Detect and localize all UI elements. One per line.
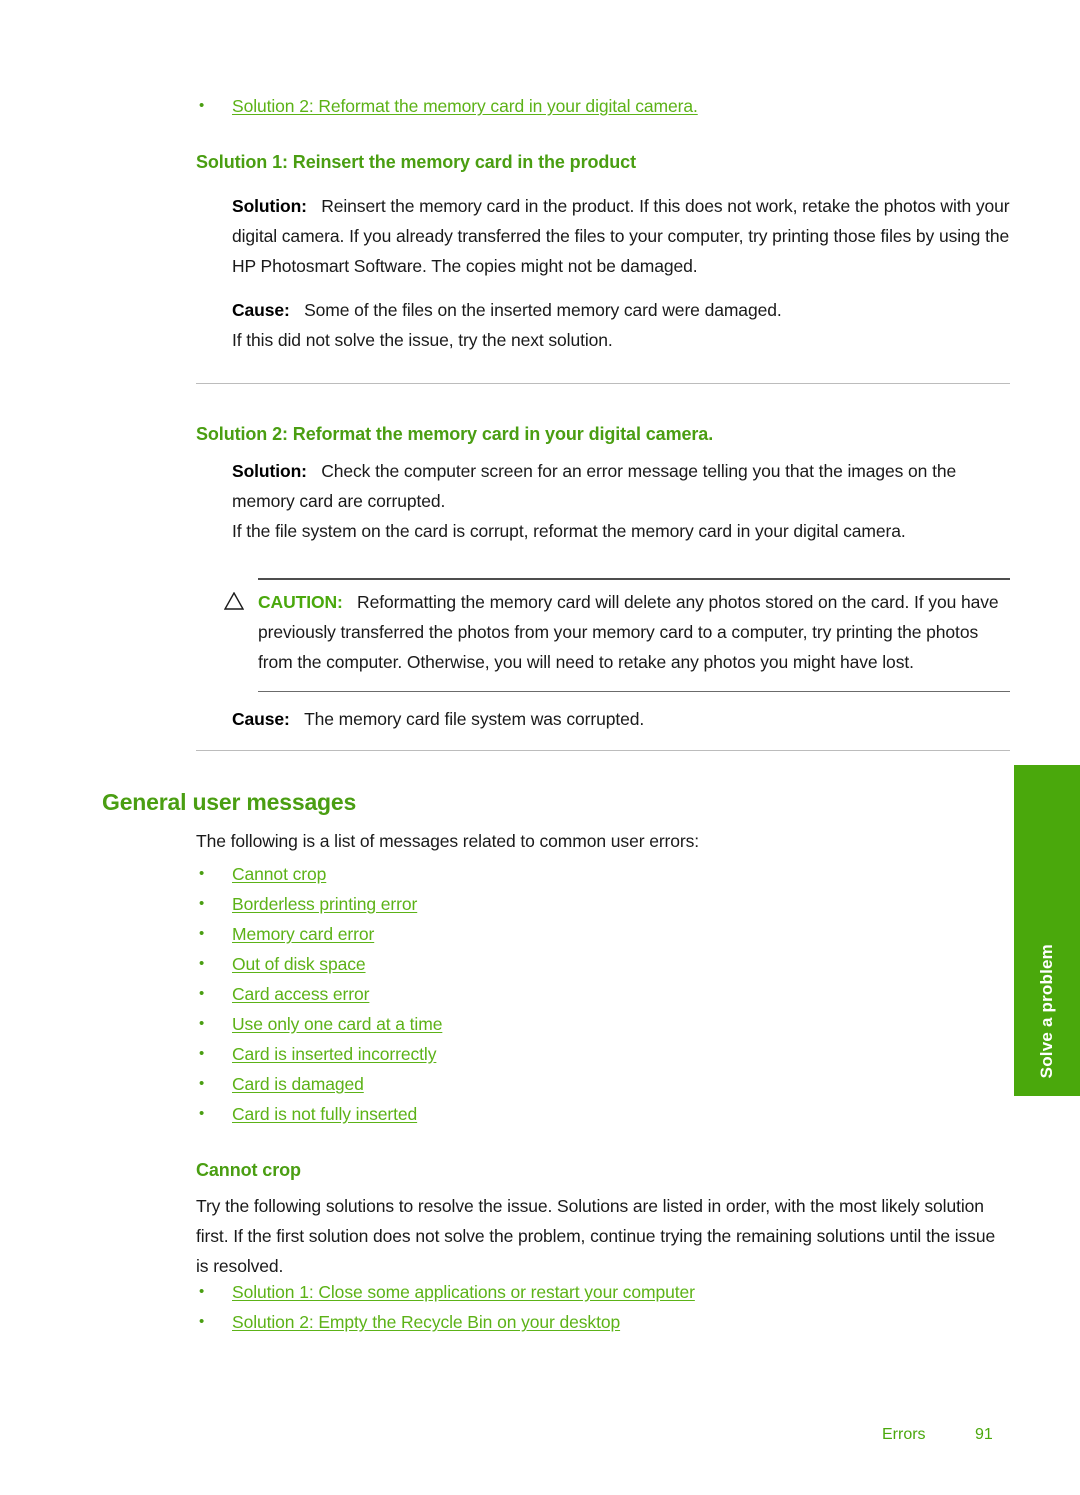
footer-page-number: 91 (975, 1426, 993, 1443)
solution-label: Solution: (232, 461, 307, 481)
bullet-icon: • (199, 1045, 205, 1062)
cause-label: Cause: (232, 709, 290, 729)
solution-1-solution-paragraph: Solution: Reinsert the memory card in th… (232, 191, 1010, 281)
cause-text: Some of the files on the inserted memory… (304, 300, 782, 320)
link-card-is-not-fully-inserted[interactable]: Card is not fully inserted (232, 1099, 417, 1129)
solution-2-solution-paragraph: Solution: Check the computer screen for … (232, 456, 1010, 516)
section-divider (196, 383, 1010, 384)
caution-text: Reformatting the memory card will delete… (258, 592, 999, 672)
bullet-icon: • (199, 985, 205, 1002)
bullet-icon: • (199, 1015, 205, 1032)
side-tab-solve-a-problem: Solve a problem (1014, 765, 1080, 1096)
solution-1-next-paragraph: If this did not solve the issue, try the… (232, 330, 613, 350)
link-card-is-damaged[interactable]: Card is damaged (232, 1069, 364, 1099)
caution-top-rule (258, 578, 1010, 580)
bullet-icon: • (199, 955, 205, 972)
link-card-access-error[interactable]: Card access error (232, 979, 369, 1009)
footer-section-name: Errors (882, 1426, 926, 1443)
caution-bottom-rule (258, 691, 1010, 692)
cause-text: The memory card file system was corrupte… (304, 709, 645, 729)
heading-general-user-messages: General user messages (102, 789, 357, 815)
link-cannot-crop[interactable]: Cannot crop (232, 859, 326, 889)
solution-text: Reinsert the memory card in the product.… (232, 196, 1010, 276)
bullet-icon: • (199, 1105, 205, 1122)
link-card-is-inserted-incorrectly[interactable]: Card is inserted incorrectly (232, 1039, 436, 1069)
bullet-icon: • (199, 925, 205, 942)
document-page: • Solution 2: Reformat the memory card i… (0, 0, 1080, 1495)
general-user-messages-intro: The following is a list of messages rela… (196, 831, 700, 851)
link-solution-2-reformat[interactable]: Solution 2: Reformat the memory card in … (232, 91, 698, 121)
solution-2-cause-paragraph: Cause: The memory card file system was c… (232, 704, 1010, 734)
caution-text-body: CAUTION: Reformatting the memory card wi… (258, 587, 1006, 677)
bullet-icon: • (199, 97, 205, 114)
caution-label: CAUTION: (258, 592, 343, 612)
bullet-icon: • (199, 1075, 205, 1092)
heading-solution-1: Solution 1: Reinsert the memory card in … (196, 152, 636, 172)
link-out-of-disk-space[interactable]: Out of disk space (232, 949, 366, 979)
solution-2-body-paragraph: If the file system on the card is corrup… (232, 521, 906, 541)
heading-solution-2: Solution 2: Reformat the memory card in … (196, 424, 714, 444)
link-borderless-printing-error[interactable]: Borderless printing error (232, 889, 417, 919)
link-solution-1-close-applications[interactable]: Solution 1: Close some applications or r… (232, 1277, 695, 1307)
solution-1-cause-paragraph: Cause: Some of the files on the inserted… (232, 295, 1010, 325)
link-memory-card-error[interactable]: Memory card error (232, 919, 374, 949)
link-solution-2-empty-recycle-bin[interactable]: Solution 2: Empty the Recycle Bin on you… (232, 1307, 620, 1337)
heading-cannot-crop: Cannot crop (196, 1160, 301, 1180)
solution-text: Check the computer screen for an error m… (232, 461, 957, 511)
bullet-icon: • (199, 1283, 205, 1300)
bullet-icon: • (199, 1313, 205, 1330)
solution-label: Solution: (232, 196, 307, 216)
section-divider (196, 750, 1010, 751)
side-tab-label: Solve a problem (1037, 943, 1056, 1078)
link-use-only-one-card-at-a-time[interactable]: Use only one card at a time (232, 1009, 442, 1039)
bullet-icon: • (199, 895, 205, 912)
cannot-crop-body: Try the following solutions to resolve t… (196, 1196, 996, 1276)
cause-label: Cause: (232, 300, 290, 320)
bullet-icon: • (199, 865, 205, 882)
